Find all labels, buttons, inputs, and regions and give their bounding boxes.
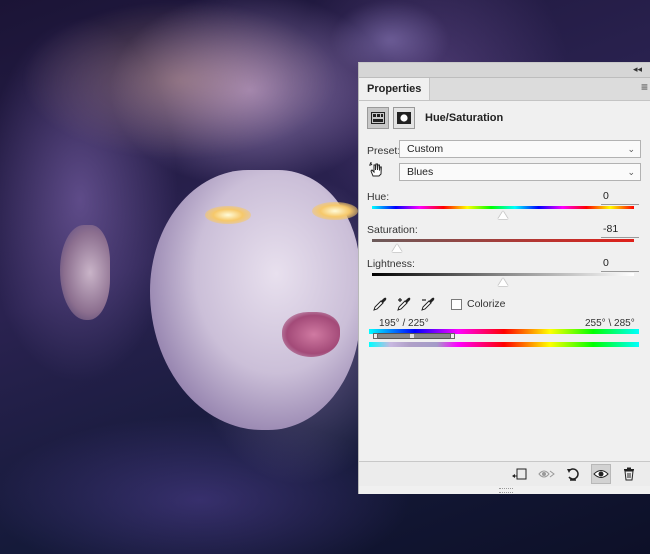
eye-icon[interactable] xyxy=(591,464,611,484)
panel-tab-row: Properties ≡ xyxy=(359,78,650,101)
range-left-degrees: 195° / 225° xyxy=(379,318,429,329)
chevron-down-icon: ⌄ xyxy=(627,167,635,177)
hue-value-field[interactable]: 0 xyxy=(601,190,639,205)
adjustment-header: Hue/Saturation xyxy=(367,107,637,133)
eyedropper-subtract-icon[interactable] xyxy=(419,295,437,313)
clip-to-layer-icon[interactable] xyxy=(509,464,529,484)
saturation-label: Saturation: xyxy=(367,224,418,236)
range-handle-right[interactable] xyxy=(450,333,455,339)
channel-value: Blues xyxy=(407,166,434,178)
reset-icon[interactable] xyxy=(563,464,583,484)
glowing-eye xyxy=(205,206,251,224)
panel-dock-bar[interactable]: ◂◂ xyxy=(359,63,650,78)
glowing-eye xyxy=(312,202,358,220)
channel-dropdown[interactable]: Blues ⌄ xyxy=(399,163,641,181)
lightness-slider-track[interactable] xyxy=(372,273,634,276)
lips xyxy=(282,312,340,357)
colorize-checkbox[interactable] xyxy=(451,299,462,310)
preset-label: Preset: xyxy=(367,145,401,157)
targeted-adjustment-hand-icon[interactable] xyxy=(367,161,385,179)
saturation-slider-track[interactable] xyxy=(372,239,634,242)
lightness-label: Lightness: xyxy=(367,258,415,270)
view-previous-state-icon[interactable] xyxy=(537,464,557,484)
hue-slider-track[interactable] xyxy=(372,206,634,209)
trash-icon[interactable] xyxy=(619,464,639,484)
hue-label: Hue: xyxy=(367,191,390,203)
tab-properties[interactable]: Properties xyxy=(359,78,431,100)
eyedropper-tools: Colorize xyxy=(371,295,531,315)
tab-label: Properties xyxy=(367,83,422,95)
range-right-degrees: 255° \ 285° xyxy=(585,318,635,329)
chevron-down-icon: ⌄ xyxy=(627,144,635,154)
adjustment-title: Hue/Saturation xyxy=(425,112,504,124)
hue-slider-thumb[interactable] xyxy=(498,211,508,219)
preset-value: Custom xyxy=(407,143,444,155)
preset-dropdown[interactable]: Custom ⌄ xyxy=(399,140,641,158)
resize-grip[interactable] xyxy=(499,488,513,493)
range-handle-left[interactable] xyxy=(373,333,378,339)
lightness-slider-thumb[interactable] xyxy=(498,278,508,286)
properties-panel: ◂◂ Properties ≡ Hue/Saturation Preset: C… xyxy=(358,62,650,494)
hue-saturation-layer-icon[interactable] xyxy=(367,107,389,129)
panel-bottom-toolbar xyxy=(359,461,650,486)
output-color-spectrum xyxy=(369,342,639,347)
color-range-bar[interactable] xyxy=(375,333,455,339)
ear xyxy=(60,225,110,320)
lightness-value-field[interactable]: 0 xyxy=(601,257,639,272)
double-chevron-icon[interactable]: ◂◂ xyxy=(633,64,642,75)
layer-mask-icon[interactable] xyxy=(393,107,415,129)
saturation-slider-thumb[interactable] xyxy=(391,244,402,252)
panel-menu-icon[interactable]: ≡ xyxy=(641,81,648,93)
saturation-value-field[interactable]: -81 xyxy=(601,223,639,238)
eyedropper-add-icon[interactable] xyxy=(395,295,413,313)
eyedropper-icon[interactable] xyxy=(371,295,389,313)
colorize-label: Colorize xyxy=(467,298,506,310)
